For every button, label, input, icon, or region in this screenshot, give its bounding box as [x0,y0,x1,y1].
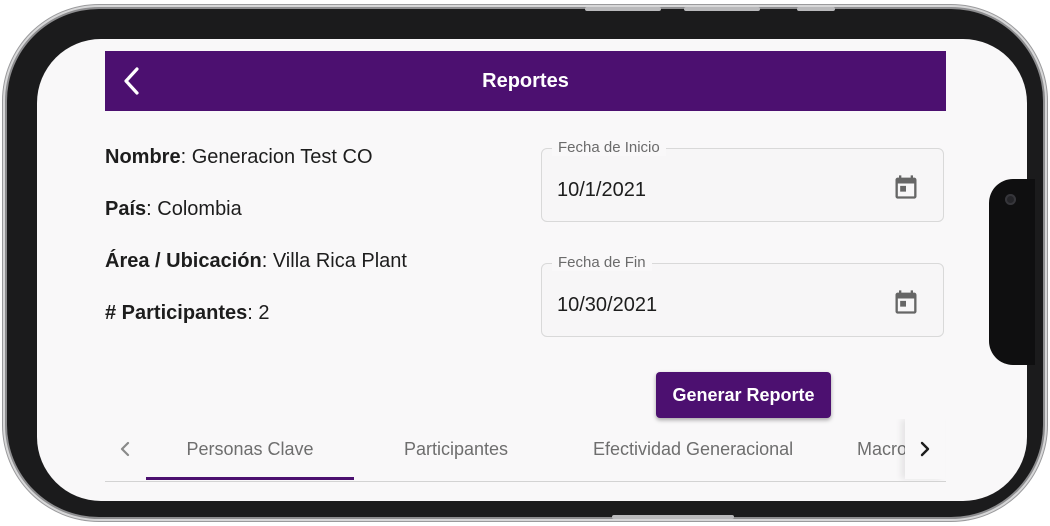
calendar-icon[interactable] [892,288,920,316]
chevron-left-icon [120,441,130,457]
tab-macro[interactable]: Macro [857,419,907,479]
info-value: : 2 [247,302,270,324]
info-label: # Participantes [105,302,248,324]
mute-switch [797,7,835,11]
page-title: Reportes [482,70,569,92]
tab-participantes[interactable]: Participantes [404,419,508,479]
tab-personas-clave[interactable]: Personas Clave [146,419,354,480]
end-date-field[interactable]: Fecha de Fin 10/30/2021 [541,254,944,337]
start-date-label: Fecha de Inicio [552,139,666,156]
volume-button-1 [585,7,661,11]
camera-notch [989,179,1035,365]
tab-efectividad-generacional[interactable]: Efectividad Generacional [593,419,793,479]
power-button [612,515,734,519]
tab-scroll-right-button[interactable] [905,419,945,479]
info-value: : Generacion Test CO [180,146,373,168]
tab-label: Macro [857,439,908,459]
tab-scroll-left-button[interactable] [105,419,145,479]
info-label: País [105,198,147,220]
tab-bar: Personas Clave Participantes Efectividad… [105,419,946,482]
info-value: : Villa Rica Plant [261,250,407,272]
end-date-value: 10/30/2021 [557,294,658,316]
camera-icon [1005,194,1016,205]
tab-label: Efectividad Generacional [593,439,794,459]
info-label: Área / Ubicación [105,250,262,272]
info-label: Nombre [105,146,181,168]
info-nombre: Nombre: Generacion Test CO [105,146,373,169]
info-participantes: # Participantes: 2 [105,302,270,325]
volume-button-2 [684,7,760,11]
info-pais: País: Colombia [105,198,242,221]
info-area: Área / Ubicación: Villa Rica Plant [105,250,407,273]
tab-label: Personas Clave [186,439,314,459]
app-bar: Reportes [105,51,946,111]
start-date-field[interactable]: Fecha de Inicio 10/1/2021 [541,139,944,222]
info-value: : Colombia [146,198,242,220]
tab-label: Participantes [404,439,509,459]
chevron-right-icon [920,441,930,457]
generate-report-button[interactable]: Generar Reporte [656,372,831,418]
end-date-label: Fecha de Fin [552,254,652,271]
calendar-icon[interactable] [892,173,920,201]
start-date-value: 10/1/2021 [557,179,646,201]
